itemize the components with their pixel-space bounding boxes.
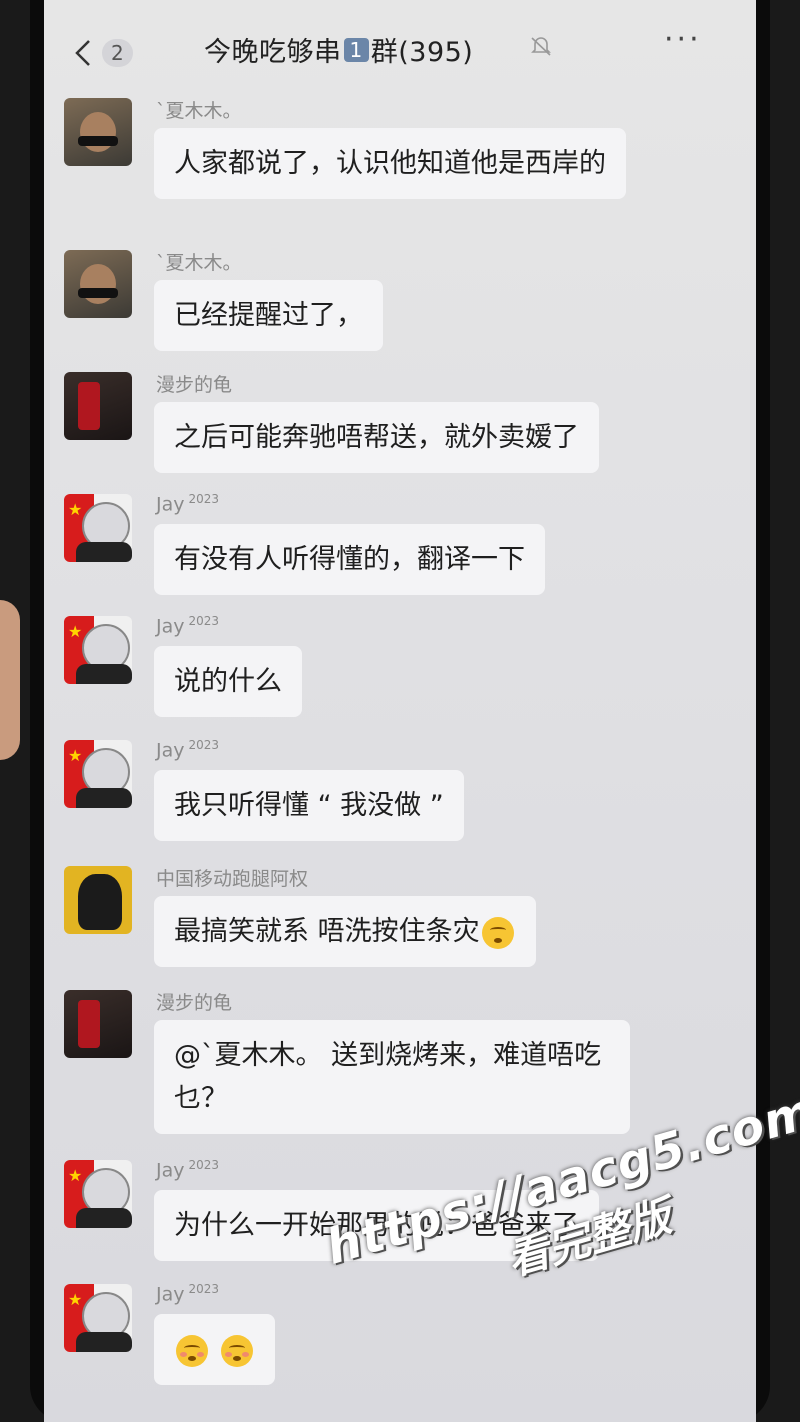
avatar[interactable]: ★ [64,616,132,684]
sender-name: Jay 2023 [156,738,220,762]
message-bubble[interactable]: 有没有人听得懂的，翻译一下 [154,524,545,595]
avatar[interactable] [64,990,132,1058]
flushed-face-emoji-icon [220,1334,253,1367]
avatar[interactable]: ★ [64,740,132,808]
thinking-face-emoji-icon [481,916,514,949]
sender-name: Jay 2023 [156,492,220,516]
message-bubble[interactable]: 人家都说了，认识他知道他是西岸的 [154,128,626,199]
sender-name: Jay 2023 [156,1282,220,1306]
sender-badge: 2023 [188,738,220,752]
sender-name: Jay 2023 [156,614,220,638]
message-list: `夏木木。 人家都说了，认识他知道他是西岸的 `夏木木。 已经提醒过了， 漫步的… [44,0,756,1422]
message-bubble[interactable]: 说的什么 [154,646,302,717]
message-bubble[interactable]: 最搞笑就系 唔洗按住条灾 [154,896,536,967]
message-bubble[interactable]: 我只听得懂 “ 我没做 ” [154,770,464,841]
sender-badge: 2023 [188,1158,220,1172]
sender-name: Jay 2023 [156,1158,220,1182]
avatar[interactable] [64,250,132,318]
avatar[interactable]: ★ [64,494,132,562]
message-bubble[interactable]: 之后可能奔驰唔帮送，就外卖嫒了 [154,402,599,473]
message-bubble[interactable]: @`夏木木。 送到烧烤来，难道唔吃乜？ [154,1020,630,1134]
sender-name: 漫步的龟 [156,374,233,396]
avatar[interactable] [64,866,132,934]
avatar[interactable] [64,372,132,440]
message-bubble[interactable]: 已经提醒过了， [154,280,383,351]
sender-badge: 2023 [188,614,220,628]
sender-name: 漫步的龟 [156,992,233,1014]
sender-name: `夏木木。 [156,100,242,122]
flushed-face-emoji-icon [176,1334,208,1367]
sender-badge: 2023 [188,492,220,506]
sender-badge: 2023 [188,1282,220,1296]
avatar[interactable]: ★ [64,1160,132,1228]
message-bubble[interactable] [154,1314,275,1385]
sender-name: `夏木木。 [156,252,242,274]
avatar[interactable]: ★ [64,1284,132,1352]
avatar[interactable] [64,98,132,166]
chat-screen: 2 今晚吃够串 1 群(395) ··· `夏木木。 人家都说了，认识他知道他是… [44,0,756,1422]
sender-name: 中国移动跑腿阿权 [156,868,309,890]
holding-hand [0,600,20,760]
message-bubble[interactable]: 为什么一开始那男的说：爸爸来了 [154,1190,599,1261]
